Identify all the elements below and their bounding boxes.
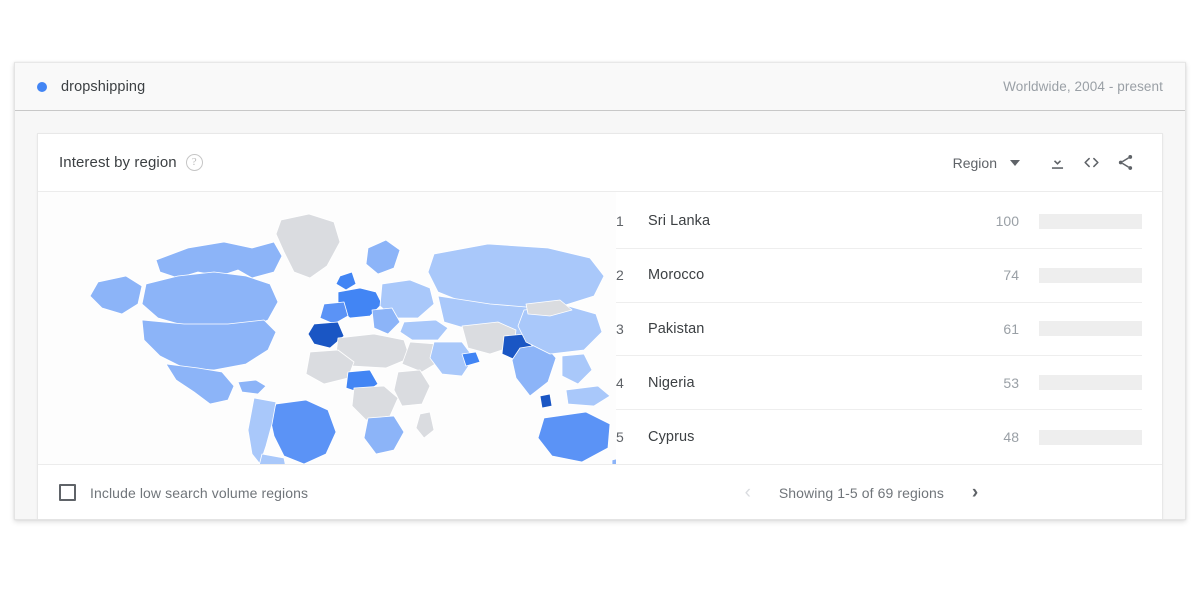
row-bar-track — [1039, 213, 1142, 229]
region-rank-list: 1 Sri Lanka 100 2 Morocco 74 3 Pakistan … — [616, 192, 1162, 464]
row-value: 48 — [1003, 429, 1019, 446]
table-row[interactable]: 2 Morocco 74 — [616, 249, 1142, 303]
card-body: 1 Sri Lanka 100 2 Morocco 74 3 Pakistan … — [38, 192, 1162, 464]
include-low-volume-toggle[interactable]: Include low search volume regions — [59, 484, 308, 501]
row-value: 74 — [1003, 267, 1019, 284]
row-region-name: Morocco — [648, 267, 705, 284]
row-rank: 5 — [616, 429, 624, 446]
trends-screenshot: dropshipping Worldwide, 2004 - present I… — [0, 0, 1200, 600]
region-select-dropdown[interactable]: Region — [951, 151, 1022, 175]
row-rank: 1 — [616, 213, 624, 230]
row-region-name: Nigeria — [648, 374, 695, 391]
row-region-name: Cyprus — [648, 429, 695, 446]
chevron-down-icon — [1010, 159, 1020, 166]
map-svg — [38, 192, 616, 464]
card-toolbar: Region — [951, 146, 1142, 180]
chevron-left-icon[interactable]: ‹ — [733, 478, 763, 508]
row-bar-track — [1039, 375, 1142, 391]
table-row[interactable]: 3 Pakistan 61 — [616, 303, 1142, 357]
chevron-right-icon[interactable]: › — [960, 478, 990, 508]
card-footer: Include low search volume regions ‹ Show… — [38, 464, 1162, 519]
download-button[interactable] — [1040, 146, 1074, 180]
include-low-volume-checkbox[interactable] — [59, 484, 76, 501]
table-row[interactable]: 5 Cyprus 48 — [616, 410, 1142, 464]
share-button[interactable] — [1108, 146, 1142, 180]
table-row[interactable]: 4 Nigeria 53 — [616, 356, 1142, 411]
row-bar-track — [1039, 429, 1142, 445]
world-choropleth-map[interactable] — [38, 192, 616, 464]
query-header-bar: dropshipping Worldwide, 2004 - present — [15, 63, 1185, 111]
row-rank: 4 — [616, 374, 624, 391]
card-title: Interest by region — [59, 154, 177, 171]
download-icon — [1048, 153, 1067, 172]
series-color-dot — [37, 81, 47, 92]
row-rank: 2 — [616, 267, 624, 284]
row-bar-track — [1039, 267, 1142, 283]
embed-code-icon — [1082, 153, 1101, 172]
query-chip[interactable]: dropshipping — [37, 79, 145, 95]
share-icon — [1116, 153, 1135, 172]
interest-by-region-card: Interest by region ? Region 1 Sri Lanka … — [37, 133, 1163, 519]
query-term-label: dropshipping — [61, 78, 146, 95]
row-bar-track — [1039, 321, 1142, 337]
row-region-name: Pakistan — [648, 320, 705, 337]
query-scope-label: Worldwide, 2004 - present — [1003, 79, 1163, 94]
include-low-volume-label: Include low search volume regions — [90, 484, 309, 501]
trends-panel: dropshipping Worldwide, 2004 - present I… — [14, 62, 1186, 520]
table-row[interactable]: 1 Sri Lanka 100 — [616, 195, 1142, 249]
page-body: Interest by region ? Region 1 Sri Lanka … — [15, 111, 1185, 519]
region-select-label: Region — [952, 154, 997, 171]
help-circle-icon[interactable]: ? — [185, 154, 203, 171]
card-header: Interest by region ? Region — [38, 134, 1162, 192]
row-value: 100 — [995, 213, 1019, 230]
row-value: 61 — [1003, 320, 1019, 337]
pagination: ‹ Showing 1-5 of 69 regions › — [733, 478, 990, 508]
row-rank: 3 — [616, 320, 624, 337]
embed-code-button[interactable] — [1074, 146, 1108, 180]
row-value: 53 — [1003, 374, 1019, 391]
pagination-label: Showing 1-5 of 69 regions — [778, 484, 944, 501]
card-title-group: Interest by region ? — [59, 154, 203, 171]
row-region-name: Sri Lanka — [648, 213, 711, 230]
